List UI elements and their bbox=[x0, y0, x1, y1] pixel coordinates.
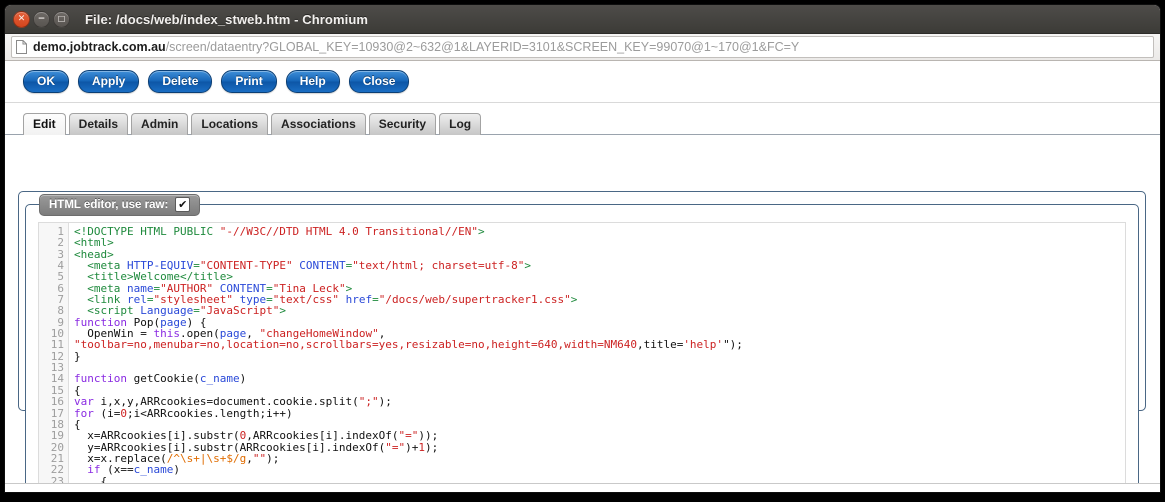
delete-button[interactable]: Delete bbox=[148, 70, 212, 93]
code-line: x=x.replace(/^\s+|\s+$/g,""); bbox=[74, 453, 1125, 464]
tab-edit[interactable]: Edit bbox=[23, 113, 66, 135]
ok-button[interactable]: OK bbox=[23, 70, 69, 93]
url-input[interactable]: demo.jobtrack.com.au/screen/dataentry?GL… bbox=[11, 36, 1154, 58]
code-line: x=ARRcookies[i].substr(0,ARRcookies[i].i… bbox=[74, 430, 1125, 441]
tab-details[interactable]: Details bbox=[69, 113, 128, 135]
tab-log[interactable]: Log bbox=[439, 113, 481, 135]
window-controls: ✕ − □ bbox=[5, 11, 70, 28]
code-editor[interactable]: 1234567891011121314151617181920212223242… bbox=[38, 222, 1126, 492]
tab-admin[interactable]: Admin bbox=[131, 113, 188, 135]
print-button[interactable]: Print bbox=[221, 70, 276, 93]
page-icon bbox=[16, 40, 27, 54]
action-toolbar: OK Apply Delete Print Help Close bbox=[5, 61, 1160, 103]
window-titlebar: ✕ − □ File: /docs/web/index_stweb.htm - … bbox=[5, 5, 1160, 34]
close-window-icon[interactable]: ✕ bbox=[13, 11, 30, 28]
tab-security[interactable]: Security bbox=[369, 113, 436, 135]
code-line: <html> bbox=[74, 237, 1125, 248]
code-line: if (x==c_name) bbox=[74, 464, 1125, 475]
html-editor-fieldset: HTML editor, use raw: ✔ 1 2 3 4 5 6 7 8 9 10 11 12 1… bbox=[25, 204, 1139, 492]
page-content: OK Apply Delete Print Help Close Edit De… bbox=[5, 61, 1160, 492]
tab-locations[interactable]: Locations bbox=[191, 113, 268, 135]
line-number: 19 bbox=[39, 430, 64, 441]
line-number-gutter: 1234567891011121314151617181920212223242… bbox=[39, 223, 69, 492]
line-number: 16 bbox=[39, 396, 64, 407]
code-line: for (i=0;i<ARRcookies.length;i++) bbox=[74, 408, 1125, 419]
minimize-window-icon[interactable]: − bbox=[33, 11, 50, 28]
code-line: <!DOCTYPE HTML PUBLIC "-//W3C//DTD HTML … bbox=[74, 226, 1125, 237]
close-icon-glyph: ✕ bbox=[18, 15, 26, 24]
line-number: 2 bbox=[39, 237, 64, 248]
code-line: "toolbar=no,menubar=no,location=no,scrol… bbox=[74, 339, 1125, 350]
tab-associations[interactable]: Associations bbox=[271, 113, 366, 135]
code-line: <script Language="JavaScript"> bbox=[74, 305, 1125, 316]
code-lines[interactable]: <!DOCTYPE HTML PUBLIC "-//W3C//DTD HTML … bbox=[69, 223, 1125, 492]
check-icon: ✔ bbox=[178, 199, 187, 210]
page-bottom-strip bbox=[5, 483, 1160, 492]
address-bar: demo.jobtrack.com.au/screen/dataentry?GL… bbox=[5, 34, 1160, 61]
html-editor-legend-label: HTML editor, use raw: bbox=[49, 198, 168, 212]
html-editor-legend: HTML editor, use raw: ✔ bbox=[39, 194, 200, 216]
code-line: function getCookie(c_name) bbox=[74, 373, 1125, 384]
use-raw-checkbox[interactable]: ✔ bbox=[175, 197, 190, 212]
apply-button[interactable]: Apply bbox=[78, 70, 139, 93]
url-host: demo.jobtrack.com.au bbox=[33, 40, 166, 54]
maximize-window-icon[interactable]: □ bbox=[53, 11, 70, 28]
help-button[interactable]: Help bbox=[286, 70, 340, 93]
code-line: var i,x,y,ARRcookies=document.cookie.spl… bbox=[74, 396, 1125, 407]
line-number: 22 bbox=[39, 464, 64, 475]
browser-window: ✕ − □ File: /docs/web/index_stweb.htm - … bbox=[5, 5, 1160, 492]
tab-strip: Edit Details Admin Locations Association… bbox=[5, 103, 1160, 135]
code-line: } bbox=[74, 351, 1125, 362]
window-title: File: /docs/web/index_stweb.htm - Chromi… bbox=[5, 12, 1160, 27]
url-path: /screen/dataentry?GLOBAL_KEY=10930@2~632… bbox=[166, 40, 800, 54]
close-button[interactable]: Close bbox=[349, 70, 410, 93]
minimize-icon-glyph: − bbox=[38, 15, 46, 24]
maximize-icon-glyph: □ bbox=[58, 15, 66, 23]
